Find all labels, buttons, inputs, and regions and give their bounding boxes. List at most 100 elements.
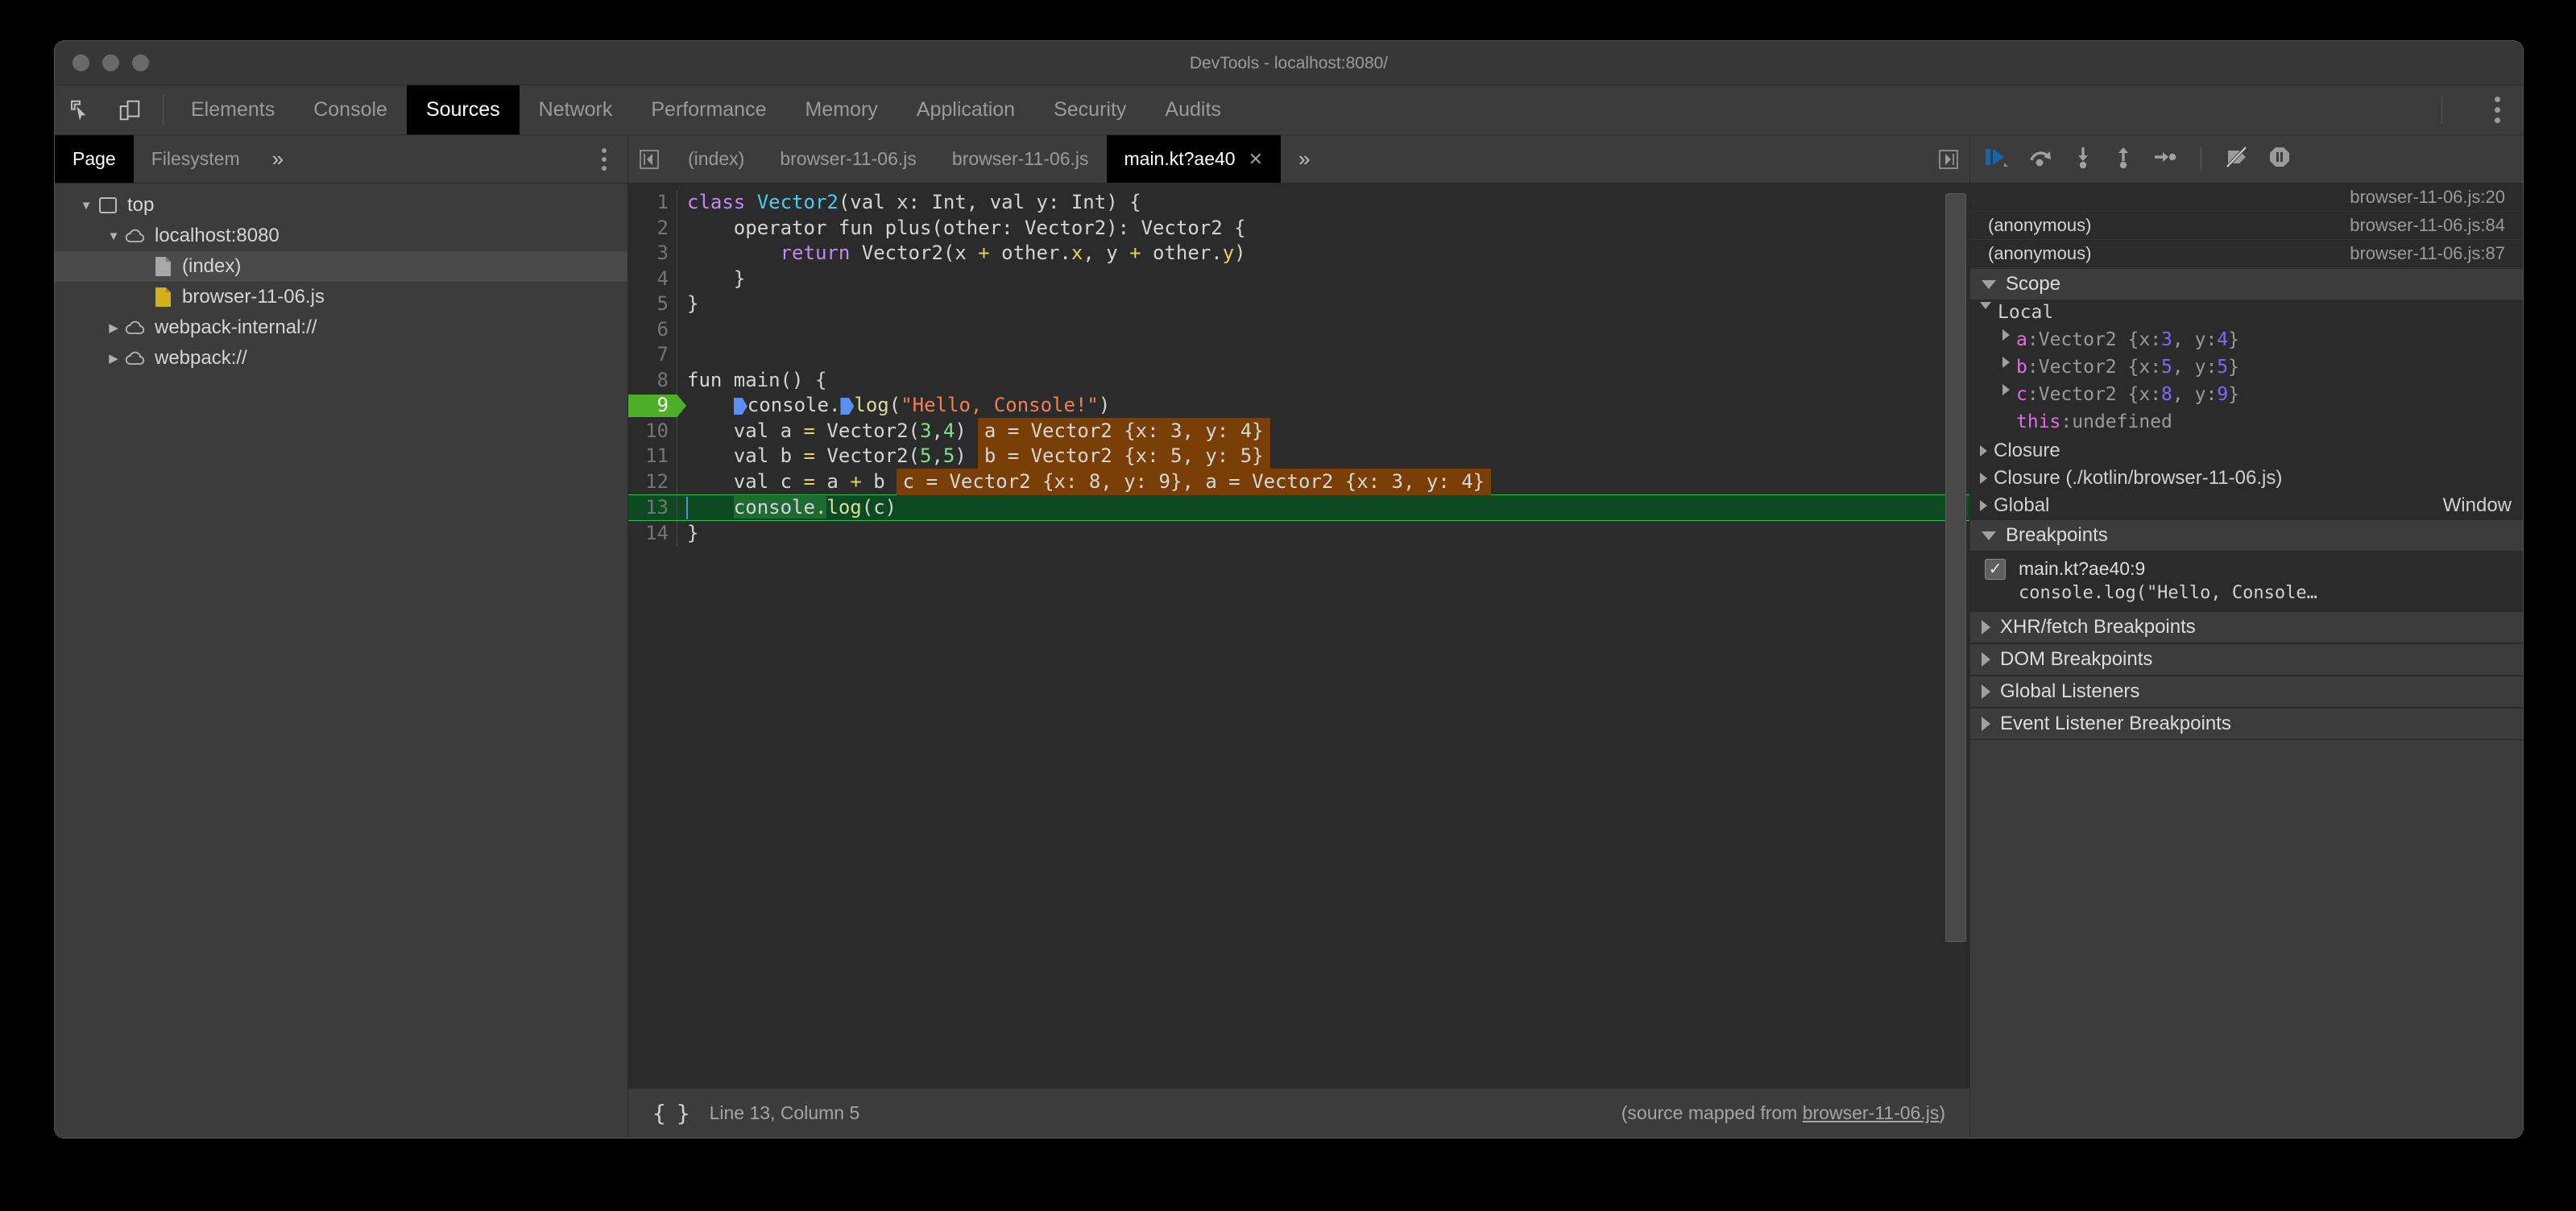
line-number[interactable]: 5 xyxy=(628,291,677,317)
window-controls[interactable] xyxy=(72,54,149,72)
tree-item-webpack[interactable]: ▶ webpack:// xyxy=(55,343,627,374)
line-number[interactable]: 7 xyxy=(628,342,677,368)
more-vertical-icon[interactable] xyxy=(2495,85,2500,134)
code-editor[interactable]: 1 class Vector2(val x: Int, val y: Int) {… xyxy=(628,184,1969,1088)
tab-sources[interactable]: Sources xyxy=(406,85,520,134)
call-stack-frame[interactable]: browser-11-06.js:20 xyxy=(1970,184,2523,212)
line-number[interactable]: 2 xyxy=(628,216,677,242)
maximize-window-button[interactable] xyxy=(132,54,149,72)
code-line[interactable]: 3 return Vector2(x + other.x, y + other.… xyxy=(628,241,1969,267)
global-listeners-header[interactable]: Global Listeners xyxy=(1970,676,2523,708)
editor-tab-browser-js-2[interactable]: browser-11-06.js xyxy=(934,135,1107,183)
tab-audits[interactable]: Audits xyxy=(1145,85,1240,134)
inspect-element-icon[interactable] xyxy=(55,85,105,134)
chevron-down-icon[interactable]: ▼ xyxy=(105,221,122,251)
line-number[interactable]: 4 xyxy=(628,267,677,292)
tree-item-localhost[interactable]: ▼ localhost:8080 xyxy=(55,221,627,251)
call-stack-frame[interactable]: (anonymous) browser-11-06.js:84 xyxy=(1970,212,2523,240)
tab-memory[interactable]: Memory xyxy=(785,85,897,134)
breakpoint-item[interactable]: ✓ main.kt?ae40:9 console.log("Hello, Con… xyxy=(1970,558,2523,603)
scope-closure-row[interactable]: Closure (./kotlin/browser-11-06.js) xyxy=(1970,465,2523,492)
code-line[interactable]: 10 val a = Vector2(3,4) a = Vector2 {x: 3… xyxy=(628,417,1969,444)
deactivate-breakpoints-icon[interactable] xyxy=(2224,145,2250,173)
line-number[interactable]: 9 xyxy=(628,393,677,419)
line-number[interactable]: 10 xyxy=(628,419,677,444)
code-line[interactable]: 1 class Vector2(val x: Int, val y: Int) { xyxy=(628,190,1969,216)
chevron-right-icon[interactable]: ▶ xyxy=(105,343,122,374)
line-number[interactable]: 1 xyxy=(628,190,677,216)
line-number[interactable]: 13 xyxy=(628,495,677,521)
code-line[interactable]: 4 } xyxy=(628,266,1969,292)
scroll-tabs-left-icon[interactable] xyxy=(628,135,670,183)
line-number[interactable]: 8 xyxy=(628,368,677,394)
scope-group-header[interactable]: Local xyxy=(1970,300,2523,328)
code-line[interactable]: 14} xyxy=(628,521,1969,547)
code-line[interactable]: 2 operator fun plus(other: Vector2): Vec… xyxy=(628,215,1969,242)
line-number[interactable]: 12 xyxy=(628,469,677,495)
scope-closure-row[interactable]: Global Window xyxy=(1970,492,2523,519)
scope-closure-row[interactable]: Closure xyxy=(1970,437,2523,465)
code-line[interactable]: 9 console. log("Hello, Console!") xyxy=(628,393,1969,419)
editor-tab-index[interactable]: (index) xyxy=(670,135,762,183)
tree-item-index[interactable]: (index) xyxy=(55,251,627,282)
step-out-icon[interactable] xyxy=(2112,145,2135,173)
tab-elements[interactable]: Elements xyxy=(172,85,294,134)
tab-security[interactable]: Security xyxy=(1034,85,1145,134)
event-listener-breakpoints-header[interactable]: Event Listener Breakpoints xyxy=(1970,708,2523,740)
code-line[interactable]: 8 fun main() { xyxy=(628,367,1969,394)
scroll-tabs-right-icon[interactable] xyxy=(1928,135,1969,183)
code-line[interactable]: 12 val c = a + b c = Vector2 {x: 8, y: 9}… xyxy=(628,468,1969,495)
scope-section-header[interactable]: Scope xyxy=(1970,268,2523,300)
chevron-right-icon[interactable] xyxy=(2002,357,2010,368)
minimize-window-button[interactable] xyxy=(102,54,119,72)
close-window-button[interactable] xyxy=(72,54,89,72)
editor-vertical-scrollbar[interactable] xyxy=(1945,193,1966,942)
source-map-link[interactable]: browser-11-06.js xyxy=(1803,1102,1940,1123)
tree-item-browser-js[interactable]: browser-11-06.js xyxy=(55,282,627,312)
chevron-down-icon[interactable]: ▼ xyxy=(77,190,95,221)
breakpoints-section-header[interactable]: Breakpoints xyxy=(1970,519,2523,552)
call-stack-list[interactable]: browser-11-06.js:20 (anonymous) browser-11… xyxy=(1970,184,2523,268)
device-toolbar-icon[interactable] xyxy=(105,85,155,134)
tree-item-webpack-internal[interactable]: ▶ webpack-internal:// xyxy=(55,312,627,343)
breakpoints-list[interactable]: ✓ main.kt?ae40:9 console.log("Hello, Con… xyxy=(1970,552,2523,611)
scope-variable-row[interactable]: c: Vector2 {x: 8, y: 9} xyxy=(1970,382,2523,410)
line-number[interactable]: 3 xyxy=(628,241,677,267)
tab-console[interactable]: Console xyxy=(294,85,407,134)
scope-variable-row[interactable]: b: Vector2 {x: 5, y: 5} xyxy=(1970,355,2523,382)
scope-body[interactable]: Local a: Vector2 {x: 3, y: 4} b: Vector2 {… xyxy=(1970,300,2523,519)
navigator-more-tabs-icon[interactable]: » xyxy=(258,135,298,183)
step-icon[interactable] xyxy=(2152,145,2178,173)
tab-network[interactable]: Network xyxy=(520,85,632,134)
code-line[interactable]: 11 val b = Vector2(5,5) b = Vector2 {x: 5… xyxy=(628,443,1969,470)
editor-more-tabs-icon[interactable]: » xyxy=(1281,135,1327,183)
close-icon[interactable]: ✕ xyxy=(1249,149,1263,170)
tree-item-top[interactable]: ▼ top xyxy=(55,190,627,221)
editor-tab-browser-js-1[interactable]: browser-11-06.js xyxy=(762,135,934,183)
chevron-right-icon[interactable]: ▶ xyxy=(105,312,122,343)
chevron-right-icon[interactable] xyxy=(1980,473,1987,484)
scope-variable-row[interactable]: this: undefined xyxy=(1970,410,2523,437)
line-number[interactable]: 11 xyxy=(628,444,677,469)
pretty-print-braces-icon[interactable]: { } xyxy=(652,1100,690,1126)
chevron-right-icon[interactable] xyxy=(2002,329,2010,341)
resume-script-execution-icon[interactable] xyxy=(1983,145,2011,173)
line-number[interactable]: 6 xyxy=(628,317,677,343)
breakpoint-checkbox[interactable]: ✓ xyxy=(1985,558,2006,580)
scope-variable-row[interactable]: a: Vector2 {x: 3, y: 4} xyxy=(1970,328,2523,355)
tab-performance[interactable]: Performance xyxy=(632,85,785,134)
pause-on-exceptions-icon[interactable] xyxy=(2267,145,2292,173)
step-over-icon[interactable] xyxy=(2028,145,2054,173)
code-line[interactable]: 5} xyxy=(628,291,1969,317)
line-number[interactable]: 14 xyxy=(628,521,677,547)
code-line[interactable]: 7 xyxy=(628,342,1969,368)
code-line[interactable]: 6 xyxy=(628,316,1969,343)
xhr-fetch-breakpoints-header[interactable]: XHR/fetch Breakpoints xyxy=(1970,611,2523,643)
chevron-right-icon[interactable] xyxy=(2002,384,2010,395)
chevron-right-icon[interactable] xyxy=(1980,500,1987,511)
tab-application[interactable]: Application xyxy=(897,85,1034,134)
tab-filesystem[interactable]: Filesystem xyxy=(134,135,258,183)
dom-breakpoints-header[interactable]: DOM Breakpoints xyxy=(1970,643,2523,676)
call-stack-frame[interactable]: (anonymous) browser-11-06.js:87 xyxy=(1970,240,2523,268)
code-lines[interactable]: 1 class Vector2(val x: Int, val y: Int) {… xyxy=(628,184,1969,547)
